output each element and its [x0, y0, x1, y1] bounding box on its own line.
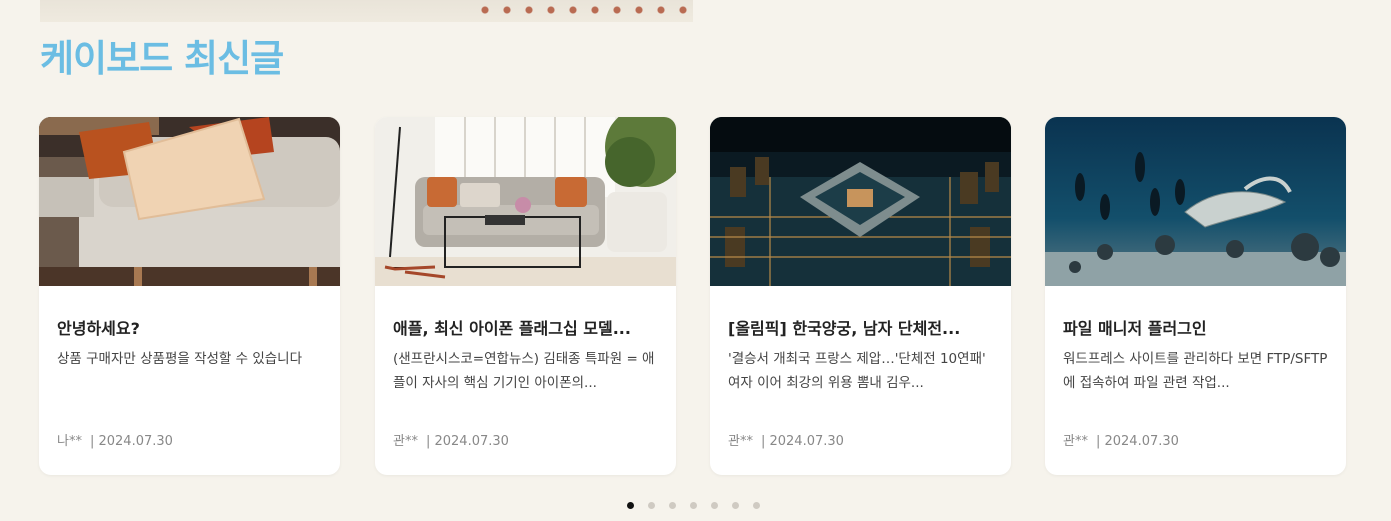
post-meta: 나** | 2024.07.30: [57, 430, 173, 449]
post-card[interactable]: 안녕하세요? 상품 구매자만 상품평을 작성할 수 있습니다 나** | 2024…: [39, 117, 340, 475]
pagination-dot-5[interactable]: [711, 502, 718, 509]
post-title[interactable]: [올림픽] 한국양궁, 남자 단체전...: [728, 315, 993, 339]
post-date: | 2024.07.30: [425, 434, 509, 449]
post-meta: 관** | 2024.07.30: [728, 430, 844, 449]
pagination-dot-4[interactable]: [690, 502, 697, 509]
post-date: | 2024.07.30: [760, 434, 844, 449]
sofa-cushions-photo: [39, 117, 340, 286]
post-card[interactable]: [올림픽] 한국양궁, 남자 단체전... '결승서 개최국 프랑스 제압…'단…: [710, 117, 1011, 475]
post-title[interactable]: 안녕하세요?: [57, 315, 322, 339]
post-meta: 관** | 2024.07.30: [393, 430, 509, 449]
post-excerpt: (샌프란시스코=연합뉴스) 김태종 특파원 = 애플이 자사의 핵심 기기인 아…: [393, 351, 655, 391]
post-date: | 2024.07.30: [89, 434, 173, 449]
post-date: | 2024.07.30: [1095, 434, 1179, 449]
post-author: 관**: [1063, 434, 1088, 449]
banner-image-strip: [40, 0, 693, 22]
pagination-dot-6[interactable]: [732, 502, 739, 509]
post-author: 관**: [393, 434, 418, 449]
pagination-dot-1[interactable]: [627, 502, 634, 509]
post-author: 나**: [57, 434, 82, 449]
post-card[interactable]: 애플, 최신 아이폰 플래그십 모델... (샌프란시스코=연합뉴스) 김태종 …: [375, 117, 676, 475]
post-excerpt: '결승서 개최국 프랑스 제압…'단체전 10연패' 여자 이어 최강의 위용 …: [728, 351, 986, 391]
post-excerpt: 상품 구매자만 상품평을 작성할 수 있습니다: [57, 351, 303, 367]
pagination-dot-3[interactable]: [669, 502, 676, 509]
post-title[interactable]: 파일 매니저 플러그인: [1063, 315, 1328, 339]
post-card[interactable]: 파일 매니저 플러그인 워드프레스 사이트를 관리하다 보면 FTP/SFTP에…: [1045, 117, 1346, 475]
section-title: 케이보드 최신글: [40, 37, 284, 80]
circuit-chip-photo: [710, 117, 1011, 286]
post-excerpt: 워드프레스 사이트를 관리하다 보면 FTP/SFTP에 접속하여 파일 관련 …: [1063, 351, 1328, 391]
living-room-photo: [375, 117, 676, 286]
post-title[interactable]: 애플, 최신 아이폰 플래그십 모델...: [393, 315, 658, 339]
pagination-dot-2[interactable]: [648, 502, 655, 509]
post-author: 관**: [728, 434, 753, 449]
carousel-pagination: [627, 502, 760, 510]
pagination-dot-7[interactable]: [753, 502, 760, 509]
underwater-divers-photo: [1045, 117, 1346, 286]
post-meta: 관** | 2024.07.30: [1063, 430, 1179, 449]
